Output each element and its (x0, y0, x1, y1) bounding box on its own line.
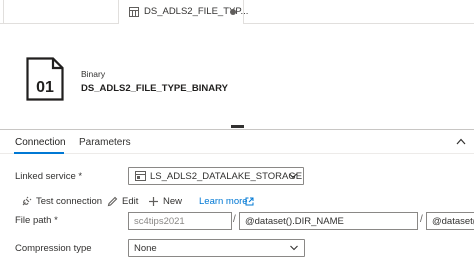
container-value: sc4tips2021 (134, 216, 185, 227)
tab-dataset[interactable]: DS_ADLS2_FILE_TYP... (118, 0, 248, 24)
binary-icon-text: 01 (36, 79, 54, 96)
splitter-handle[interactable] (231, 125, 244, 128)
chevron-down-icon (289, 173, 297, 179)
path-separator: / (233, 214, 236, 225)
linked-service-select[interactable]: LS_ADLS2_DATALAKE_STORAGE (128, 167, 304, 185)
tab-parameters[interactable]: Parameters (79, 137, 131, 148)
chevron-up-icon[interactable] (456, 138, 466, 145)
dataset-name: DS_ADLS2_FILE_TYPE_BINARY (81, 83, 228, 94)
directory-input[interactable]: @dataset().DIR_NAME (239, 212, 418, 230)
learn-more-link[interactable]: Learn more (199, 196, 248, 207)
dataset-type: Binary (81, 69, 106, 79)
test-connection-button[interactable]: Test connection (36, 196, 102, 207)
compression-type-select[interactable]: None (128, 239, 305, 257)
dataset-tab-icon (129, 7, 139, 17)
directory-value: @dataset().DIR_NAME (245, 216, 344, 227)
plus-icon (149, 197, 158, 206)
pencil-icon (107, 196, 118, 207)
binary-file-icon: 01 (26, 57, 64, 101)
properties-tabs: Connection Parameters (0, 130, 474, 154)
external-link-icon (245, 197, 254, 206)
file-path-label: File path * (15, 215, 58, 226)
compression-type-value: None (134, 243, 157, 254)
chevron-down-icon (290, 245, 298, 251)
path-separator: / (420, 214, 423, 225)
tab-strip: DS_ADLS2_FILE_TYP... (0, 0, 474, 24)
compression-type-label: Compression type (15, 243, 92, 254)
edit-button[interactable]: Edit (122, 196, 138, 207)
tab-connection[interactable]: Connection (15, 137, 66, 148)
storage-icon (135, 171, 146, 181)
unsaved-dot-icon[interactable] (230, 9, 236, 15)
linked-service-value: LS_ADLS2_DATALAKE_STORAGE (150, 171, 303, 182)
file-value: @dataset().FI (432, 216, 474, 227)
linked-service-label: Linked service * (15, 171, 83, 182)
container-input[interactable]: sc4tips2021 (128, 212, 232, 230)
plug-icon (22, 196, 32, 206)
new-button[interactable]: New (163, 196, 182, 207)
file-input[interactable]: @dataset().FI (426, 212, 474, 230)
active-tab-indicator (14, 152, 64, 154)
tab-strip-edge (0, 0, 4, 24)
